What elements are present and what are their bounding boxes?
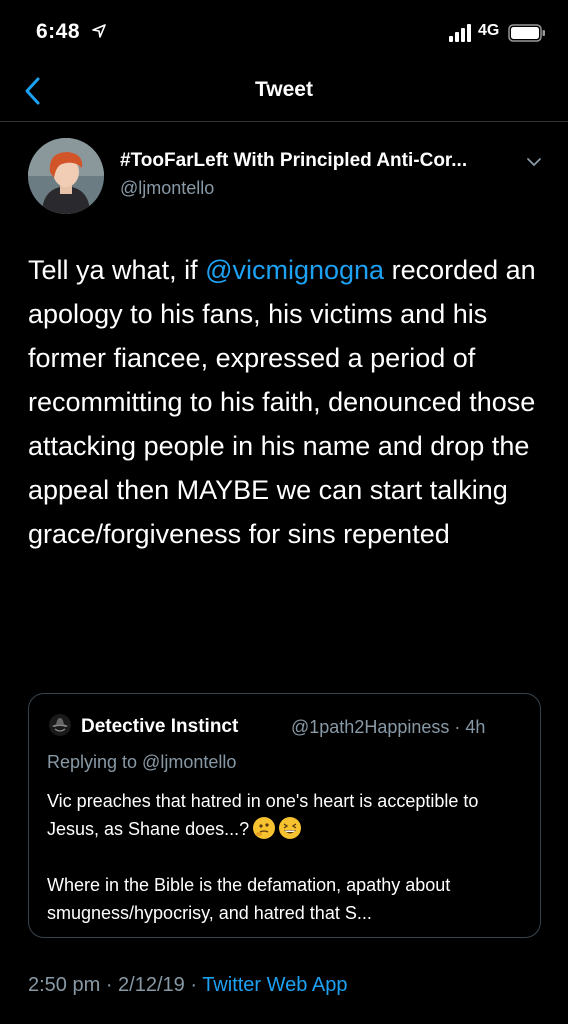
author-avatar[interactable]: [28, 138, 104, 214]
thinking-face-emoji-icon: [253, 817, 276, 839]
quote-body-line2: Where in the Bible is the defamation, ap…: [47, 875, 451, 923]
quote-handle-time: @1path2Happiness · 4h: [291, 717, 486, 737]
battery-icon: [508, 24, 545, 42]
quote-body-line1: Vic preaches that hatred in one's heart …: [47, 791, 479, 839]
quoted-tweet[interactable]: Detective Instinct @1path2Happiness · 4h…: [28, 693, 541, 938]
chevron-down-icon[interactable]: [526, 156, 542, 168]
signal-bars-icon: [449, 24, 471, 42]
mention-link[interactable]: @vicmignogna: [205, 255, 384, 285]
author-handle[interactable]: @ljmontello: [120, 178, 214, 199]
author-name[interactable]: #TooFarLeft With Principled Anti-Cor...: [120, 150, 520, 172]
quote-author-name: Detective Instinct: [81, 716, 239, 737]
nav-bar: Tweet: [0, 62, 568, 122]
detective-hat-icon: [49, 714, 71, 736]
tweet-timestamp: 2:50 pm · 2/12/19 ·: [28, 974, 203, 996]
status-bar: 6:48 4G: [0, 0, 568, 62]
tweet-meta: 2:50 pm · 2/12/19 · Twitter Web App: [28, 974, 347, 997]
page-title: Tweet: [255, 78, 313, 101]
source-app-link[interactable]: Twitter Web App: [202, 974, 347, 996]
grinning-squinting-face-emoji-icon: [279, 817, 302, 839]
status-time: 6:48: [36, 20, 81, 43]
tweet-text-after: recorded an apology to his fans, his vic…: [28, 255, 536, 549]
quote-replying-to: Replying to @ljmontello: [47, 752, 237, 772]
location-arrow-icon: [92, 24, 106, 38]
tweet-text-before: Tell ya what, if: [28, 255, 206, 285]
network-type: 4G: [478, 22, 500, 39]
tweet-text: Tell ya what, if @vicmignogna recorded a…: [28, 248, 548, 556]
quote-body: Vic preaches that hatred in one's heart …: [47, 787, 517, 927]
